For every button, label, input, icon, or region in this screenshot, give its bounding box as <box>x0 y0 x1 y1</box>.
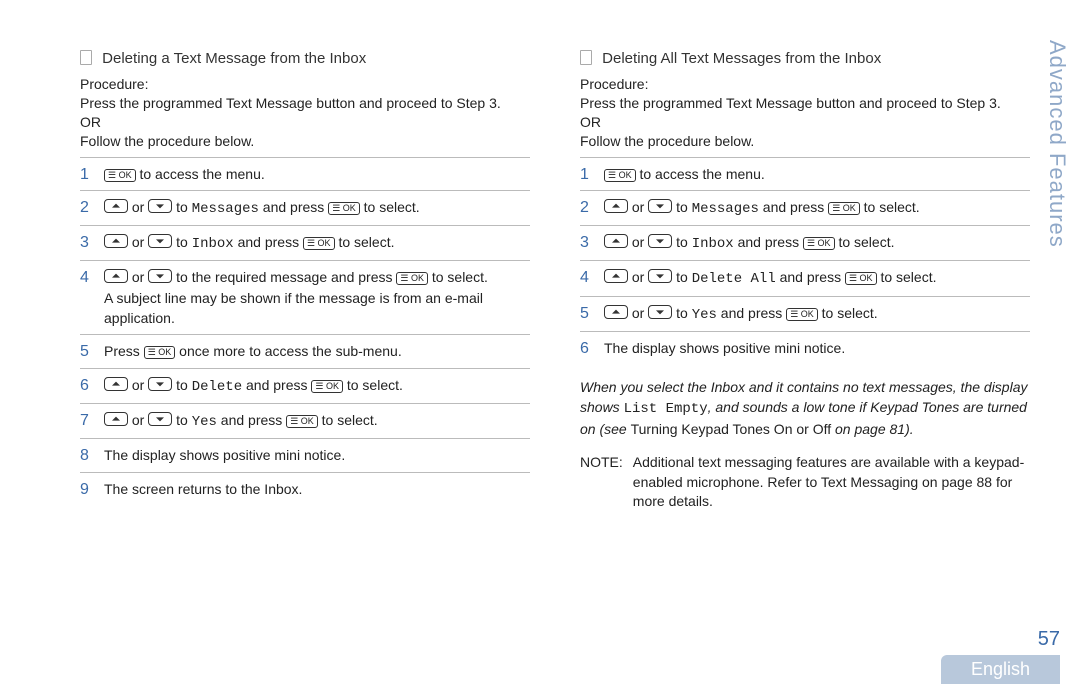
right-steps: ☰ OK to access the menu. or to Messages … <box>580 157 1030 365</box>
up-arrow-icon <box>104 269 128 283</box>
right-step-2: or to Messages and press ☰ OK to select. <box>580 190 1030 225</box>
left-steps: ☰ OK to access the menu. or to Messages … <box>80 157 530 505</box>
up-arrow-icon <box>104 377 128 391</box>
left-heading-row: Deleting a Text Message from the Inbox <box>80 50 530 67</box>
left-step-8: The display shows positive mini notice. <box>80 438 530 471</box>
up-arrow-icon <box>604 234 628 248</box>
page-number: 57 <box>941 628 1060 651</box>
ok-key-icon: ☰ OK <box>303 237 335 250</box>
ok-key-icon: ☰ OK <box>604 169 636 182</box>
up-arrow-icon <box>104 412 128 426</box>
left-step-6: or to Delete and press ☰ OK to select. <box>80 368 530 403</box>
ok-key-icon: ☰ OK <box>828 202 860 215</box>
ok-key-icon: ☰ OK <box>144 346 176 359</box>
footer: 57 English <box>941 628 1060 684</box>
ok-key-icon: ☰ OK <box>286 415 318 428</box>
up-arrow-icon <box>604 199 628 213</box>
up-arrow-icon <box>104 234 128 248</box>
note-label: NOTE: <box>580 453 633 512</box>
down-arrow-icon <box>148 377 172 391</box>
right-heading-row: Deleting All Text Messages from the Inbo… <box>580 50 1030 67</box>
right-heading: Deleting All Text Messages from the Inbo… <box>602 50 881 67</box>
down-arrow-icon <box>148 234 172 248</box>
left-step-2: or to Messages and press ☰ OK to select. <box>80 190 530 225</box>
right-step-3: or to Inbox and press ☰ OK to select. <box>580 225 1030 260</box>
left-step-3: or to Inbox and press ☰ OK to select. <box>80 225 530 260</box>
ok-key-icon: ☰ OK <box>311 380 343 393</box>
ok-key-icon: ☰ OK <box>328 202 360 215</box>
right-step-5: or to Yes and press ☰ OK to select. <box>580 296 1030 331</box>
up-arrow-icon <box>604 305 628 319</box>
right-step-6: The display shows positive mini notice. <box>580 331 1030 364</box>
left-intro: Procedure: Press the programmed Text Mes… <box>80 75 530 151</box>
down-arrow-icon <box>148 269 172 283</box>
left-step-5: Press ☰ OK once more to access the sub-m… <box>80 334 530 367</box>
right-note-italic: When you select the Inbox and it contain… <box>580 378 1030 439</box>
note-body: Additional text messaging features are a… <box>633 453 1030 512</box>
ok-key-icon: ☰ OK <box>104 169 136 182</box>
right-step-4: or to Delete All and press ☰ OK to selec… <box>580 260 1030 295</box>
down-arrow-icon <box>148 199 172 213</box>
doc-icon <box>580 50 592 65</box>
down-arrow-icon <box>648 305 672 319</box>
up-arrow-icon <box>604 269 628 283</box>
right-step-1: ☰ OK to access the menu. <box>580 157 1030 190</box>
left-column: Deleting a Text Message from the Inbox P… <box>80 50 530 512</box>
down-arrow-icon <box>148 412 172 426</box>
up-arrow-icon <box>104 199 128 213</box>
down-arrow-icon <box>648 269 672 283</box>
side-tab: Advanced Features <box>1044 40 1070 248</box>
right-intro: Procedure: Press the programmed Text Mes… <box>580 75 1030 151</box>
language-tab: English <box>941 655 1060 684</box>
left-step-9: The screen returns to the Inbox. <box>80 472 530 505</box>
down-arrow-icon <box>648 199 672 213</box>
right-note: NOTE: Additional text messaging features… <box>580 453 1030 512</box>
down-arrow-icon <box>648 234 672 248</box>
left-step-1: ☰ OK to access the menu. <box>80 157 530 190</box>
doc-icon <box>80 50 92 65</box>
ok-key-icon: ☰ OK <box>845 272 877 285</box>
ok-key-icon: ☰ OK <box>786 308 818 321</box>
ok-key-icon: ☰ OK <box>396 272 428 285</box>
left-step-7: or to Yes and press ☰ OK to select. <box>80 403 530 438</box>
right-column: Deleting All Text Messages from the Inbo… <box>580 50 1030 512</box>
left-heading: Deleting a Text Message from the Inbox <box>102 50 366 67</box>
left-step-4: or to the required message and press ☰ O… <box>80 260 530 334</box>
left-step-4-sub: A subject line may be shown if the messa… <box>104 288 530 329</box>
ok-key-icon: ☰ OK <box>803 237 835 250</box>
